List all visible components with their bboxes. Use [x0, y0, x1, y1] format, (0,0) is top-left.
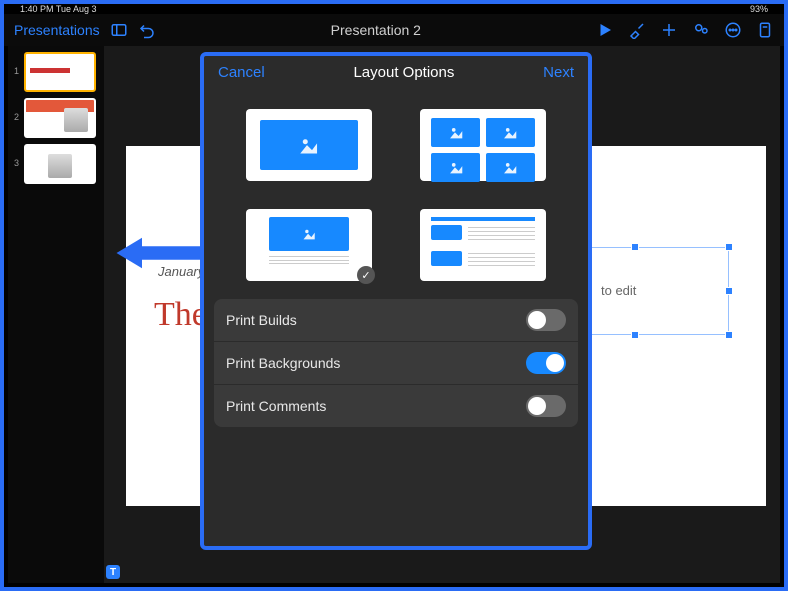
status-bar: 1:40 PM Tue Aug 3 93% [4, 4, 784, 14]
layout-option-grid[interactable] [420, 109, 546, 181]
setting-print-backgrounds: Print Backgrounds [214, 342, 578, 384]
collaborate-icon[interactable] [692, 21, 710, 39]
thumbnail-3[interactable]: 3 [12, 144, 100, 184]
device-frame: 1:40 PM Tue Aug 3 93% Presentations Pres… [4, 4, 784, 587]
next-button[interactable]: Next [543, 64, 574, 81]
layout-option-notes[interactable]: ✓ [246, 209, 372, 281]
setting-label: Print Comments [226, 398, 326, 414]
dialog-title: Layout Options [353, 64, 454, 81]
thumbnail-1[interactable]: 1 [12, 52, 100, 92]
play-icon[interactable] [596, 21, 614, 39]
toggle-print-comments[interactable] [526, 395, 566, 417]
setting-label: Print Backgrounds [226, 355, 340, 371]
status-battery: 93% [750, 4, 768, 14]
layout-grid: ✓ [204, 89, 588, 299]
format-brush-icon[interactable] [628, 21, 646, 39]
more-icon[interactable] [724, 21, 742, 39]
layout-option-single[interactable] [246, 109, 372, 181]
layout-options-dialog: Cancel Layout Options Next [200, 52, 592, 550]
layout-option-outline[interactable] [420, 209, 546, 281]
sidebar-toggle-icon[interactable] [110, 21, 128, 39]
add-icon[interactable] [660, 21, 678, 39]
toggle-print-builds[interactable] [526, 309, 566, 331]
slide-title[interactable]: The [154, 296, 207, 334]
document-settings-icon[interactable] [756, 21, 774, 39]
setting-print-builds: Print Builds [214, 299, 578, 341]
status-time: 1:40 PM Tue Aug 3 [20, 4, 97, 14]
document-title[interactable]: Presentation 2 [156, 22, 596, 38]
cancel-button[interactable]: Cancel [218, 64, 265, 81]
setting-label: Print Builds [226, 312, 297, 328]
toolbar: Presentations Presentation 2 [4, 14, 784, 46]
placeholder-text: to edit [601, 283, 636, 298]
slide-navigator[interactable]: 1 2 3 [8, 46, 104, 583]
back-button[interactable]: Presentations [14, 22, 100, 38]
print-settings-list: Print Builds Print Backgrounds Print Com… [204, 299, 588, 427]
setting-print-comments: Print Comments [214, 385, 578, 427]
check-icon: ✓ [357, 266, 375, 284]
undo-icon[interactable] [138, 21, 156, 39]
toggle-print-backgrounds[interactable] [526, 352, 566, 374]
text-tool-badge[interactable]: T [106, 565, 120, 579]
thumbnail-2[interactable]: 2 [12, 98, 100, 138]
